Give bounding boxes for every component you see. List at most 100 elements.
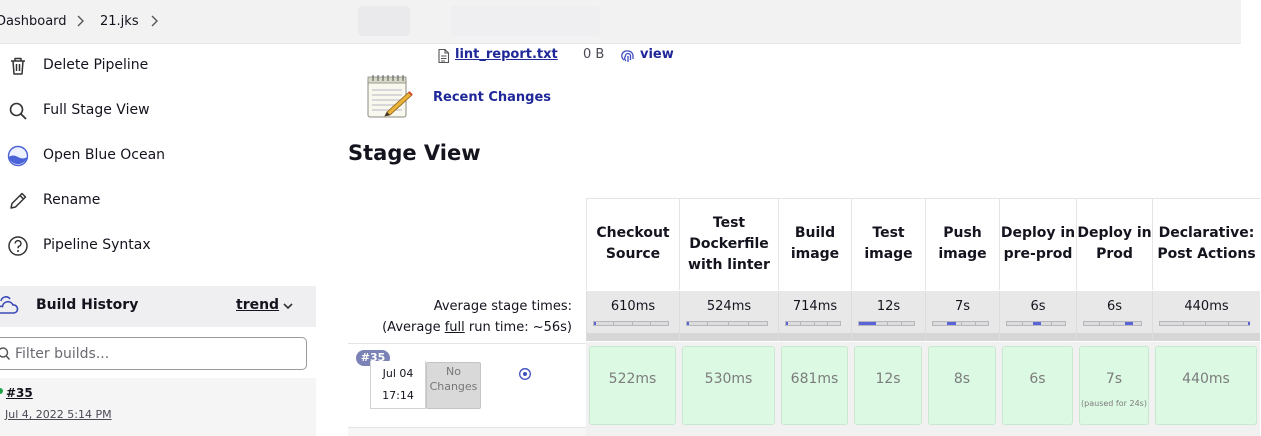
fingerprint-icon[interactable]	[621, 48, 635, 68]
artifact-link[interactable]: lint_report.txt	[455, 47, 558, 62]
stage-average-cell: 524ms	[679, 291, 778, 341]
build-history-item: #35 Jul 4, 2022 5:14 PM	[0, 378, 316, 436]
sidebar-item-delete-pipeline[interactable]: Delete Pipeline	[0, 46, 316, 86]
bar-tick	[975, 322, 976, 325]
bar-tick	[748, 322, 749, 325]
stage-run-cell[interactable]: 522ms	[589, 346, 676, 425]
run-date: Jul 04 17:14	[370, 361, 426, 409]
average-stage-times-label: Average stage times:	[433, 299, 572, 314]
toolbar-placeholder	[450, 6, 600, 36]
stage-average-fill	[1033, 322, 1041, 325]
stage-run-cell[interactable]: 440ms	[1155, 346, 1257, 425]
stage-view-title: Stage View	[348, 141, 481, 165]
breadcrumb-dashboard[interactable]: Dashboard	[0, 14, 67, 29]
stage-average-shade	[680, 333, 778, 341]
stage-average-cell: 440ms	[1152, 291, 1260, 341]
stage-header: Test Dockerfile with linter	[679, 198, 778, 290]
stage-header: Deploy in Prod	[1076, 198, 1152, 290]
stage-average-shade	[587, 333, 679, 341]
artifact-view-link[interactable]: view	[640, 47, 674, 62]
stage-run-duration: 440ms	[1182, 371, 1230, 387]
bar-tick	[613, 322, 614, 325]
bar-tick	[827, 322, 828, 325]
bar-tick	[728, 322, 729, 325]
stage-average-fill	[687, 322, 689, 325]
stage-run-cell[interactable]: 530ms	[682, 346, 775, 425]
bar-tick	[814, 322, 815, 325]
trend-link[interactable]: trend	[236, 297, 279, 313]
blue-ocean-icon	[7, 145, 29, 167]
no-changes-box[interactable]: No Changes	[426, 362, 481, 409]
info-icon[interactable]	[518, 367, 532, 385]
chevron-right-icon[interactable]	[76, 15, 85, 27]
stage-average-shade	[1000, 333, 1076, 341]
stage-run-duration: 6s	[1029, 371, 1046, 387]
stage-average-time: 524ms	[706, 299, 752, 314]
stage-header: Deploy in pre-prod	[999, 198, 1076, 290]
help-icon	[7, 235, 29, 257]
stage-average-bar	[932, 321, 989, 326]
stage-average-cell: 12s	[851, 291, 925, 341]
stage-header: Test image	[851, 198, 925, 290]
build-history-header: Build History trend	[0, 286, 316, 327]
stage-run-cell[interactable]: 8s	[928, 346, 996, 425]
build-history-title: Build History	[36, 297, 139, 313]
stage-run-note: (paused for 24s)	[1081, 399, 1147, 408]
stage-header: Declarative: Post Actions	[1152, 198, 1260, 290]
filter-builds-input[interactable]: Filter builds...	[0, 337, 307, 370]
breadcrumb-job[interactable]: 21.jks	[100, 14, 139, 29]
chevron-down-icon[interactable]	[282, 300, 294, 316]
stage-average-bar	[593, 321, 669, 326]
trash-icon	[7, 55, 29, 77]
sidebar-item-label: Full Stage View	[43, 102, 150, 118]
bar-tick	[650, 322, 651, 325]
bar-tick	[1205, 322, 1206, 325]
stage-run-duration: 522ms	[608, 371, 657, 387]
artifact-size: 0 B	[583, 47, 605, 62]
average-run-time-label: (Average full run time: ~56s)	[382, 320, 572, 335]
stage-average-fill	[594, 322, 596, 325]
bar-tick	[1113, 322, 1114, 325]
build-number-link[interactable]: #35	[6, 386, 33, 400]
sidebar-item-label: Open Blue Ocean	[43, 147, 166, 163]
stage-average-shade	[1077, 333, 1152, 341]
chevron-right-icon[interactable]	[150, 15, 159, 27]
stage-average-cell: 6s	[1076, 291, 1152, 341]
stage-run-duration: 12s	[875, 371, 901, 387]
stage-average-fill	[1125, 322, 1133, 325]
stage-average-time: 6s	[1106, 299, 1123, 314]
stage-average-bar	[1159, 321, 1250, 326]
recent-changes-link[interactable]: Recent Changes	[433, 90, 551, 105]
stage-average-cell: 714ms	[778, 291, 851, 341]
stage-average-time: 440ms	[1184, 299, 1229, 314]
stage-average-time: 714ms	[792, 299, 838, 314]
sidebar-item-rename[interactable]: Rename	[0, 181, 316, 221]
sidebar-item-open-blue-ocean[interactable]: Open Blue Ocean	[0, 136, 316, 176]
bar-tick	[800, 322, 801, 325]
search-icon	[0, 346, 11, 366]
stage-run-cell[interactable]: 7s (paused for 24s)	[1079, 346, 1149, 425]
stage-average-fill	[859, 322, 876, 325]
average-run-prefix: (Average	[382, 320, 445, 335]
full-run-time-link[interactable]: full	[445, 320, 465, 335]
stage-average-bar	[686, 321, 768, 326]
stage-run-cell[interactable]: 681ms	[781, 346, 848, 425]
stage-average-shade	[852, 333, 925, 341]
stage-run-cell[interactable]: 6s	[1002, 346, 1073, 425]
stage-average-cell: 7s	[925, 291, 999, 341]
file-icon	[437, 48, 450, 68]
stage-average-time: 12s	[876, 299, 901, 314]
stage-run-cell[interactable]: 12s	[854, 346, 922, 425]
success-status-icon	[0, 388, 3, 394]
stage-run-duration: 8s	[953, 371, 971, 387]
sidebar-item-full-stage-view[interactable]: Full Stage View	[0, 91, 316, 131]
notepad-icon	[365, 74, 413, 124]
stage-header: Checkout Source	[586, 198, 679, 290]
sidebar-item-label: Rename	[43, 192, 101, 208]
bar-tick	[1099, 322, 1100, 325]
sidebar-item-pipeline-syntax[interactable]: Pipeline Syntax	[0, 226, 316, 266]
stage-average-bar	[1083, 321, 1142, 326]
stage-run-duration: 681ms	[790, 371, 839, 387]
breadcrumb: Dashboard 21.jks	[0, 0, 1241, 44]
build-date-link[interactable]: Jul 4, 2022 5:14 PM	[5, 408, 112, 421]
